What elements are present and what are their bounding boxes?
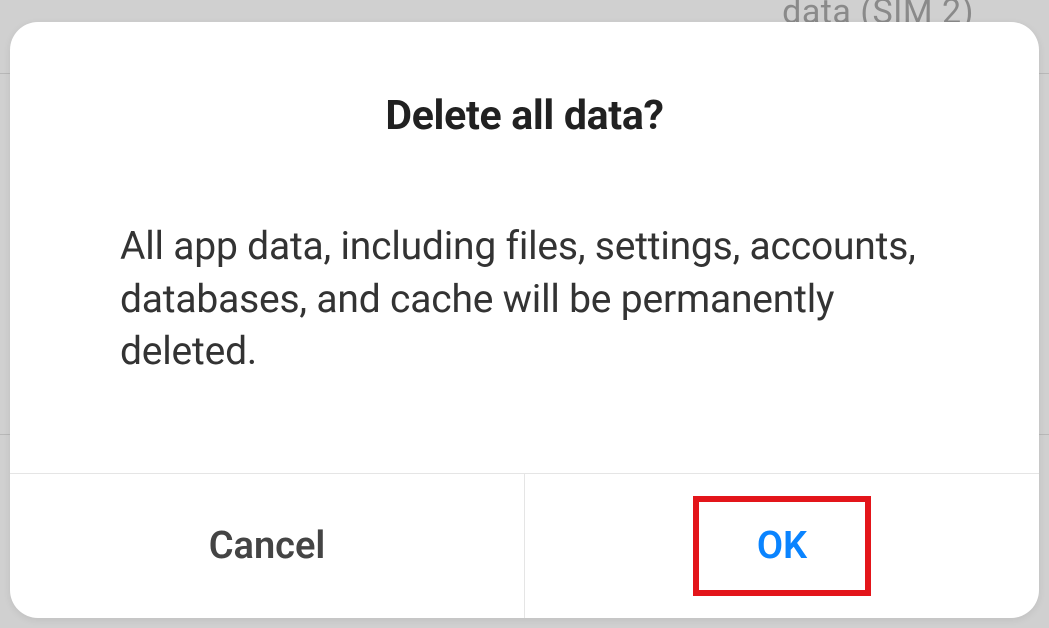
ok-button-label: OK: [757, 524, 807, 568]
ok-button[interactable]: OK: [525, 474, 1039, 618]
ok-highlight-box: OK: [693, 496, 871, 596]
cancel-button[interactable]: Cancel: [10, 474, 525, 618]
dialog-content: Delete all data? All app data, including…: [10, 22, 1039, 473]
dialog-title: Delete all data?: [120, 92, 929, 140]
dialog-button-row: Cancel OK: [10, 473, 1039, 618]
dialog-message: All app data, including files, settings,…: [120, 220, 929, 378]
confirmation-dialog: Delete all data? All app data, including…: [10, 22, 1039, 618]
